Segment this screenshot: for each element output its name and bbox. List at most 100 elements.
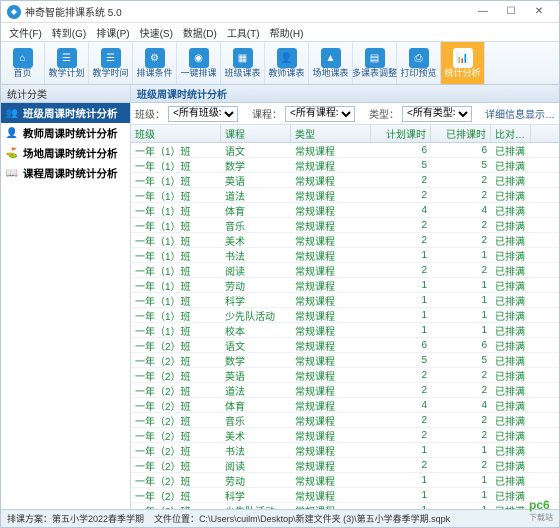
cell-plan: 1 [371,278,431,292]
filter-bar: 班级： <所有班级> 课程： <所有课程> 类型： <所有类型> 详细信息显示… [131,103,559,125]
tool-label: 教学计划 [48,69,84,78]
table-row[interactable]: 一年（2）班 劳动 常规课程 1 1 已排满 [131,473,559,488]
cell-class: 一年（1）班 [131,188,221,202]
cell-course: 校本 [221,323,291,337]
close-button[interactable]: ✕ [525,3,553,21]
table-row[interactable]: 一年（1）班 语文 常规课程 6 6 已排满 [131,143,559,158]
table-row[interactable]: 一年（1）班 美术 常规课程 2 2 已排满 [131,233,559,248]
table-row[interactable]: 一年（1）班 少先队活动 常规课程 1 1 已排满 [131,308,559,323]
tool-场地课表[interactable]: ▲场地课表 [309,42,353,84]
menu-item[interactable]: 文件(F) [5,24,46,41]
table-row[interactable]: 一年（1）班 道法 常规课程 2 2 已排满 [131,188,559,203]
content-title: 班级周课时统计分析 [131,85,559,103]
table-row[interactable]: 一年（1）班 英语 常规课程 2 2 已排满 [131,173,559,188]
table-row[interactable]: 一年（1）班 校本 常规课程 1 1 已排满 [131,323,559,338]
class-select[interactable]: <所有班级> [168,106,238,122]
col-course[interactable]: 课程 [221,125,291,142]
cell-plan: 1 [371,293,431,307]
tool-一键排课[interactable]: ◉一键排课 [177,42,221,84]
menu-item[interactable]: 排课(P) [92,24,133,41]
col-class[interactable]: 班级 [131,125,221,142]
tool-icon: ▦ [233,48,253,68]
cell-type: 常规课程 [291,203,371,217]
table-row[interactable]: 一年（1）班 劳动 常规课程 1 1 已排满 [131,278,559,293]
minimize-button[interactable]: — [469,3,497,21]
col-compare[interactable]: 比对… [491,125,531,142]
table-row[interactable]: 一年（2）班 科学 常规课程 1 1 已排满 [131,488,559,503]
cell-compare: 已排满 [491,428,531,442]
table-row[interactable]: 一年（2）班 音乐 常规课程 2 2 已排满 [131,413,559,428]
cell-class: 一年（2）班 [131,428,221,442]
tool-首页[interactable]: ⌂首页 [1,42,45,84]
cell-course: 语文 [221,143,291,157]
cell-plan: 2 [371,173,431,187]
watermark: pc6下载站 [529,498,553,523]
table-row[interactable]: 一年（1）班 阅读 常规课程 2 2 已排满 [131,263,559,278]
cell-compare: 已排满 [491,308,531,322]
cell-compare: 已排满 [491,458,531,472]
scheme-label: 排课方案： [7,514,52,524]
table-row[interactable]: 一年（1）班 音乐 常规课程 2 2 已排满 [131,218,559,233]
menu-item[interactable]: 工具(T) [223,24,264,41]
table-row[interactable]: 一年（2）班 语文 常规课程 6 6 已排满 [131,338,559,353]
cell-course: 语文 [221,338,291,352]
cell-done: 2 [431,218,491,232]
menu-item[interactable]: 帮助(H) [266,24,308,41]
cell-plan: 2 [371,218,431,232]
cell-course: 英语 [221,368,291,382]
sidebar-item[interactable]: 👥班级周课时统计分析 [1,103,130,123]
cell-class: 一年（2）班 [131,443,221,457]
menu-item[interactable]: 快速(S) [136,24,177,41]
table-row[interactable]: 一年（2）班 阅读 常规课程 2 2 已排满 [131,458,559,473]
cell-compare: 已排满 [491,173,531,187]
table-row[interactable]: 一年（2）班 英语 常规课程 2 2 已排满 [131,368,559,383]
course-select[interactable]: <所有课程> [285,106,355,122]
cell-done: 6 [431,338,491,352]
table-row[interactable]: 一年（2）班 道法 常规课程 2 2 已排满 [131,383,559,398]
tool-统计分析[interactable]: 📊统计分析 [441,42,485,84]
cell-class: 一年（1）班 [131,278,221,292]
table-row[interactable]: 一年（1）班 科学 常规课程 1 1 已排满 [131,293,559,308]
cell-plan: 1 [371,473,431,487]
col-done[interactable]: 已排课时 [431,125,491,142]
cell-done: 1 [431,278,491,292]
col-type[interactable]: 类型 [291,125,371,142]
toolbar: ⌂首页☰教学计划☰教学时间⚙排课条件◉一键排课▦班级课表👤教师课表▲场地课表▤多… [1,41,559,85]
cell-type: 常规课程 [291,308,371,322]
sidebar-item[interactable]: 📖课程周课时统计分析 [1,163,130,183]
cell-course: 道法 [221,383,291,397]
col-plan[interactable]: 计划课时 [371,125,431,142]
scheme-value: 第五小学2022春季学期 [52,514,144,524]
tool-排课条件[interactable]: ⚙排课条件 [133,42,177,84]
table-row[interactable]: 一年（2）班 书法 常规课程 1 1 已排满 [131,443,559,458]
table-row[interactable]: 一年（1）班 体育 常规课程 4 4 已排满 [131,203,559,218]
tool-多课表调整[interactable]: ▤多课表调整 [353,42,397,84]
app-icon: ◆ [7,5,21,19]
tool-打印预览[interactable]: ⎙打印预览 [397,42,441,84]
type-select[interactable]: <所有类型> [402,106,472,122]
path-value: C:\Users\cuilm\Desktop\新建文件夹 (3)\第五小学春季学… [199,514,450,524]
tool-教师课表[interactable]: 👤教师课表 [265,42,309,84]
tool-教学时间[interactable]: ☰教学时间 [89,42,133,84]
menu-item[interactable]: 数据(D) [179,24,221,41]
table-row[interactable]: 一年（2）班 美术 常规课程 2 2 已排满 [131,428,559,443]
cell-plan: 2 [371,368,431,382]
cell-compare: 已排满 [491,218,531,232]
cell-class: 一年（2）班 [131,338,221,352]
tool-label: 首页 [13,69,31,78]
table-row[interactable]: 一年（2）班 体育 常规课程 4 4 已排满 [131,398,559,413]
cell-compare: 已排满 [491,293,531,307]
sidebar-item[interactable]: ⛳场地周课时统计分析 [1,143,130,163]
tool-班级课表[interactable]: ▦班级课表 [221,42,265,84]
menu-item[interactable]: 转到(G) [48,24,90,41]
tool-教学计划[interactable]: ☰教学计划 [45,42,89,84]
table-row[interactable]: 一年（1）班 书法 常规课程 1 1 已排满 [131,248,559,263]
maximize-button[interactable]: ☐ [497,3,525,21]
cell-compare: 已排满 [491,338,531,352]
table-row[interactable]: 一年（2）班 数学 常规课程 5 5 已排满 [131,353,559,368]
table-row[interactable]: 一年（1）班 数学 常规课程 5 5 已排满 [131,158,559,173]
sidebar-item[interactable]: 👤教师周课时统计分析 [1,123,130,143]
grid-body[interactable]: 一年（1）班 语文 常规课程 6 6 已排满一年（1）班 数学 常规课程 5 5… [131,143,559,509]
detail-toggle[interactable]: 详细信息显示… [485,106,555,121]
tool-icon: ⚙ [145,48,165,68]
